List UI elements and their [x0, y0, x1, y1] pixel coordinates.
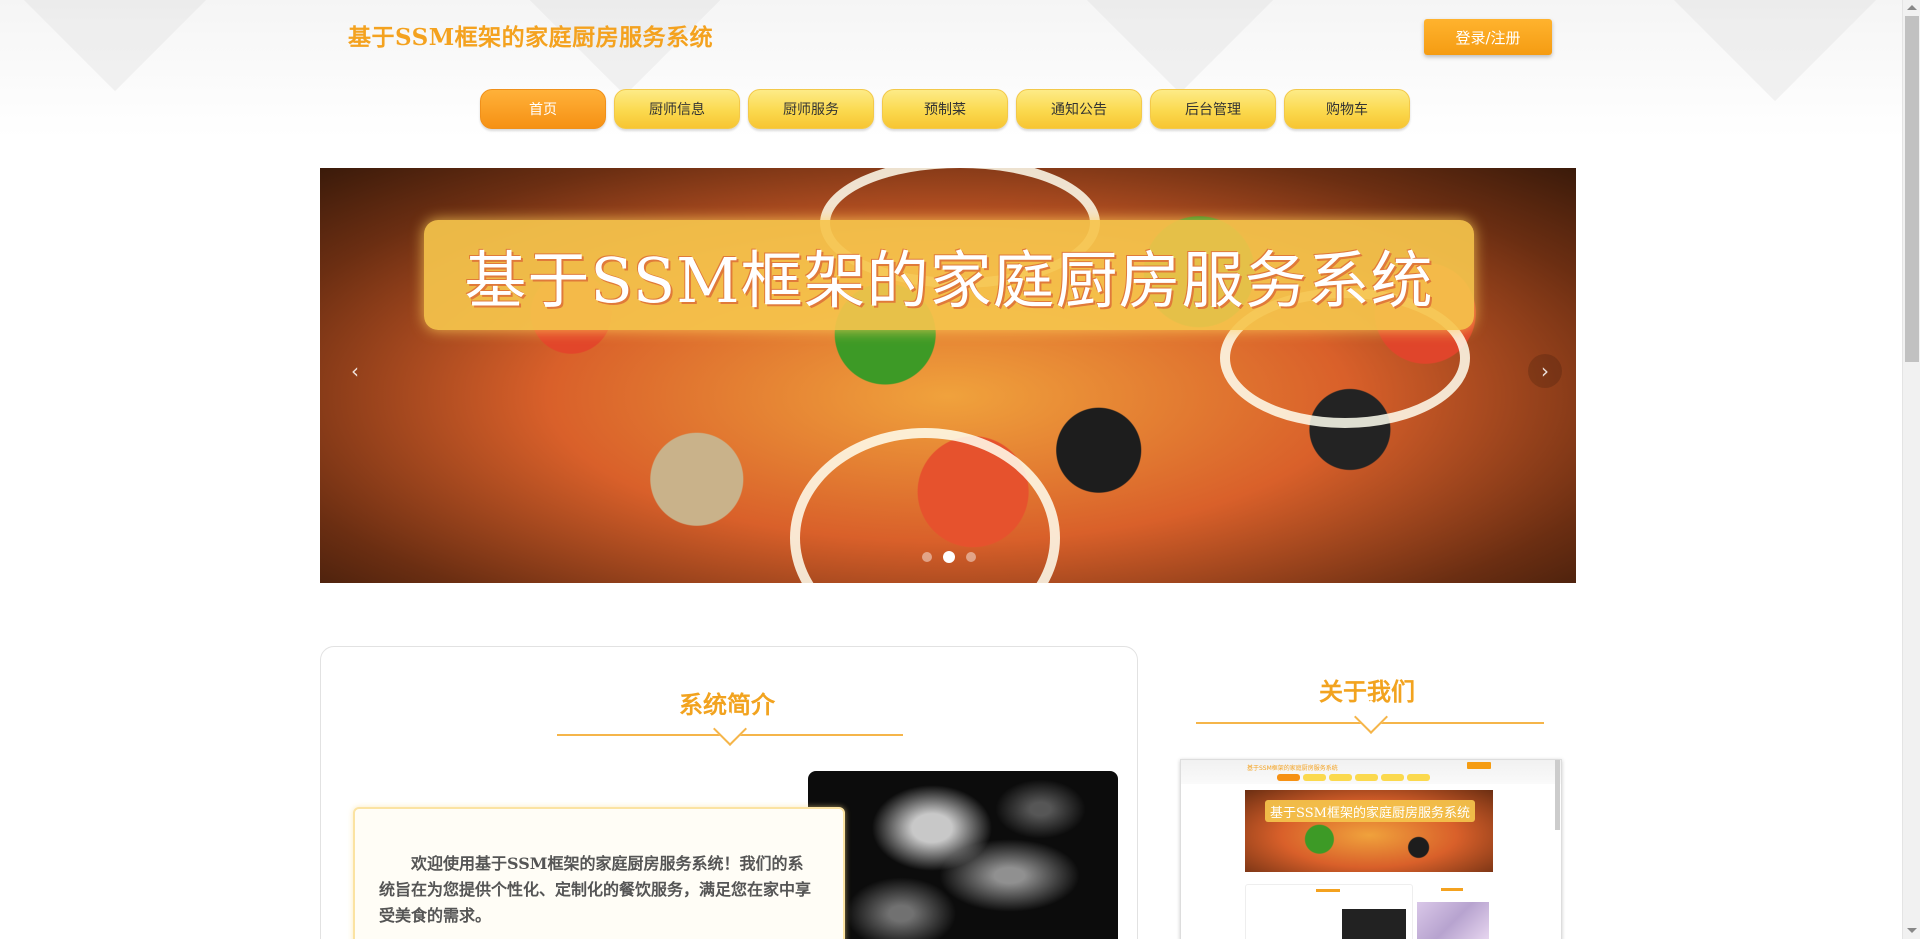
- page: 基于SSM框架的家庭厨房服务系统 登录/注册 首页 厨师信息 厨师服务 预制菜 …: [0, 0, 1920, 939]
- preview-nav: [1277, 774, 1433, 781]
- preview-smoke: [1342, 909, 1406, 939]
- preview-login: [1467, 762, 1491, 769]
- preview-scrollbar: [1555, 760, 1560, 830]
- nav-item-prepared-dishes[interactable]: 预制菜: [882, 89, 1008, 129]
- banner-prev-icon[interactable]: ‹: [338, 354, 372, 388]
- nav-item-chef-info[interactable]: 厨师信息: [614, 89, 740, 129]
- nav-item-cart[interactable]: 购物车: [1284, 89, 1410, 129]
- banner-next-icon[interactable]: ›: [1528, 354, 1562, 388]
- preview-caption: 基于SSM框架的家庭厨房服务系统: [1265, 800, 1475, 822]
- site-header: 基于SSM框架的家庭厨房服务系统 登录/注册 首页 厨师信息 厨师服务 预制菜 …: [0, 0, 1902, 138]
- header-decoration: [1668, 0, 1882, 102]
- nav-item-admin[interactable]: 后台管理: [1150, 89, 1276, 129]
- about-preview-image: 基于SSM框架的家庭厨房服务系统 基于SSM框架的家庭厨房服务系统: [1180, 759, 1562, 939]
- banner-dot-1[interactable]: [922, 552, 932, 562]
- preview-card-title: [1316, 889, 1340, 892]
- header-decoration: [8, 0, 222, 92]
- page-scrollbar[interactable]: [1902, 0, 1920, 939]
- site-title: 基于SSM框架的家庭厨房服务系统: [348, 24, 714, 51]
- preview-header: 基于SSM框架的家庭厨房服务系统: [1181, 760, 1561, 784]
- banner-pagination: [922, 551, 987, 563]
- intro-card: 系统简介 欢迎使用基于SSM框架的家庭厨房服务系统！我们的系统旨在为您提供个性化…: [320, 646, 1138, 939]
- smoke-image: [808, 771, 1118, 939]
- preview-card: [1245, 884, 1413, 939]
- preview-banner: 基于SSM框架的家庭厨房服务系统: [1245, 790, 1493, 872]
- nav-item-announcements[interactable]: 通知公告: [1016, 89, 1142, 129]
- nav-item-chef-service[interactable]: 厨师服务: [748, 89, 874, 129]
- scroll-down-icon[interactable]: [1907, 928, 1917, 933]
- about-title: 关于我们: [1319, 677, 1415, 706]
- intro-text-box: 欢迎使用基于SSM框架的家庭厨房服务系统！我们的系统旨在为您提供个性化、定制化的…: [353, 807, 845, 939]
- scroll-thumb[interactable]: [1905, 16, 1919, 362]
- banner-carousel[interactable]: 基于SSM框架的家庭厨房服务系统 ‹ ›: [320, 168, 1576, 583]
- preview-about-title: [1441, 888, 1463, 891]
- banner-dot-2[interactable]: [943, 551, 955, 563]
- preview-about-image: [1417, 902, 1489, 939]
- header-decoration: [1066, 0, 1294, 94]
- scroll-up-icon[interactable]: [1907, 5, 1917, 10]
- main-nav: 首页 厨师信息 厨师服务 预制菜 通知公告 后台管理 购物车: [480, 89, 1418, 129]
- banner-caption-box: 基于SSM框架的家庭厨房服务系统: [424, 220, 1474, 330]
- login-register-button[interactable]: 登录/注册: [1424, 19, 1552, 55]
- nav-item-home[interactable]: 首页: [480, 89, 606, 129]
- banner-dot-3[interactable]: [966, 552, 976, 562]
- intro-text: 欢迎使用基于SSM框架的家庭厨房服务系统！我们的系统旨在为您提供个性化、定制化的…: [379, 854, 812, 925]
- banner-caption: 基于SSM框架的家庭厨房服务系统: [464, 244, 1434, 317]
- preview-title: 基于SSM框架的家庭厨房服务系统: [1247, 765, 1338, 772]
